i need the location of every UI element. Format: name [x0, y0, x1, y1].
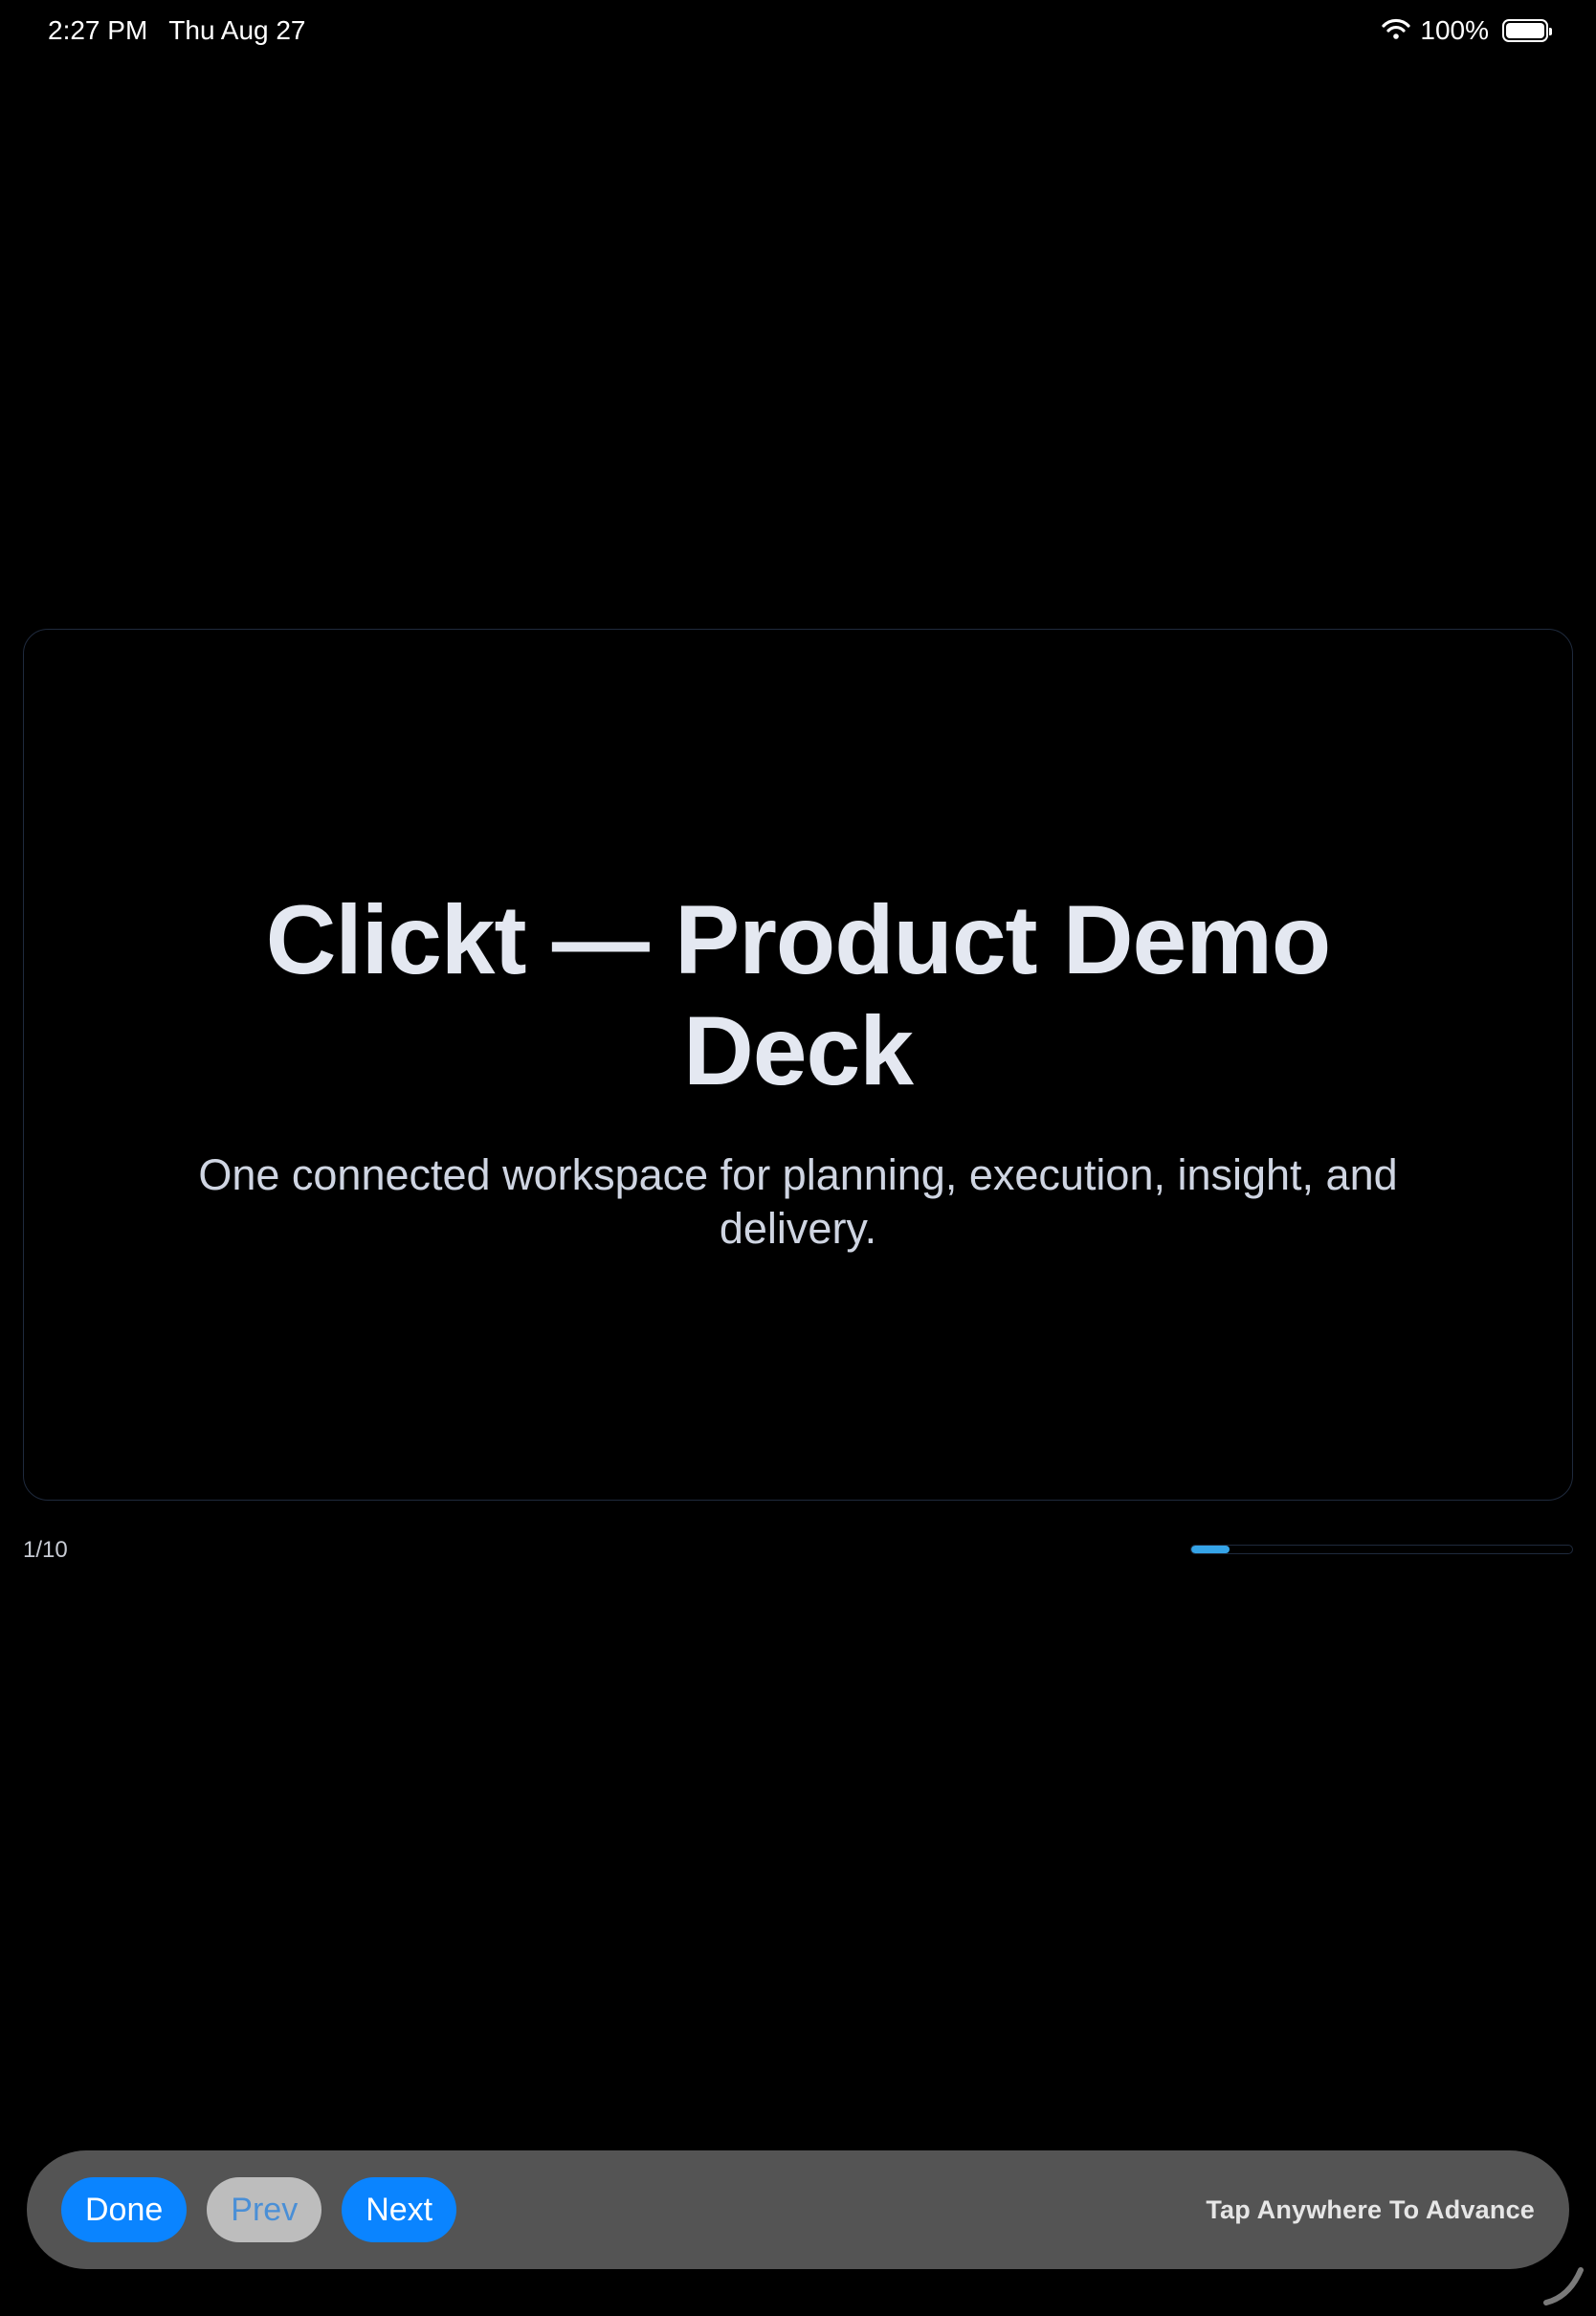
slide-counter: 1/10 [23, 1537, 68, 1563]
slide-card[interactable]: Clickt — Product Demo Deck One connected… [23, 629, 1573, 1501]
progress-bar [1190, 1545, 1573, 1554]
slide-title: Clickt — Product Demo Deck [265, 884, 1332, 1105]
status-right: 100% [1382, 15, 1552, 46]
slide-subtitle: One connected workspace for planning, ex… [198, 1149, 1398, 1253]
status-date: Thu Aug 27 [168, 15, 306, 45]
battery-icon [1502, 19, 1552, 42]
presentation-screen[interactable]: 2:27 PM Thu Aug 27 100% Clickt — Product… [0, 0, 1596, 2316]
wifi-icon [1382, 15, 1410, 46]
advance-hint: Tap Anywhere To Advance [1206, 2194, 1535, 2224]
progress-fill [1191, 1546, 1230, 1553]
done-button[interactable]: Done [61, 2177, 188, 2242]
status-time: 2:27 PM [48, 15, 148, 45]
battery-percentage: 100% [1420, 15, 1489, 45]
prev-button[interactable]: Prev [207, 2177, 322, 2242]
status-left: 2:27 PM Thu Aug 27 [48, 15, 306, 46]
next-button[interactable]: Next [342, 2177, 457, 2242]
status-bar: 2:27 PM Thu Aug 27 100% [48, 13, 1552, 48]
bottom-toolbar: Done Prev Next Tap Anywhere To Advance [27, 2150, 1569, 2269]
resize-handle-icon[interactable] [1541, 2260, 1588, 2308]
